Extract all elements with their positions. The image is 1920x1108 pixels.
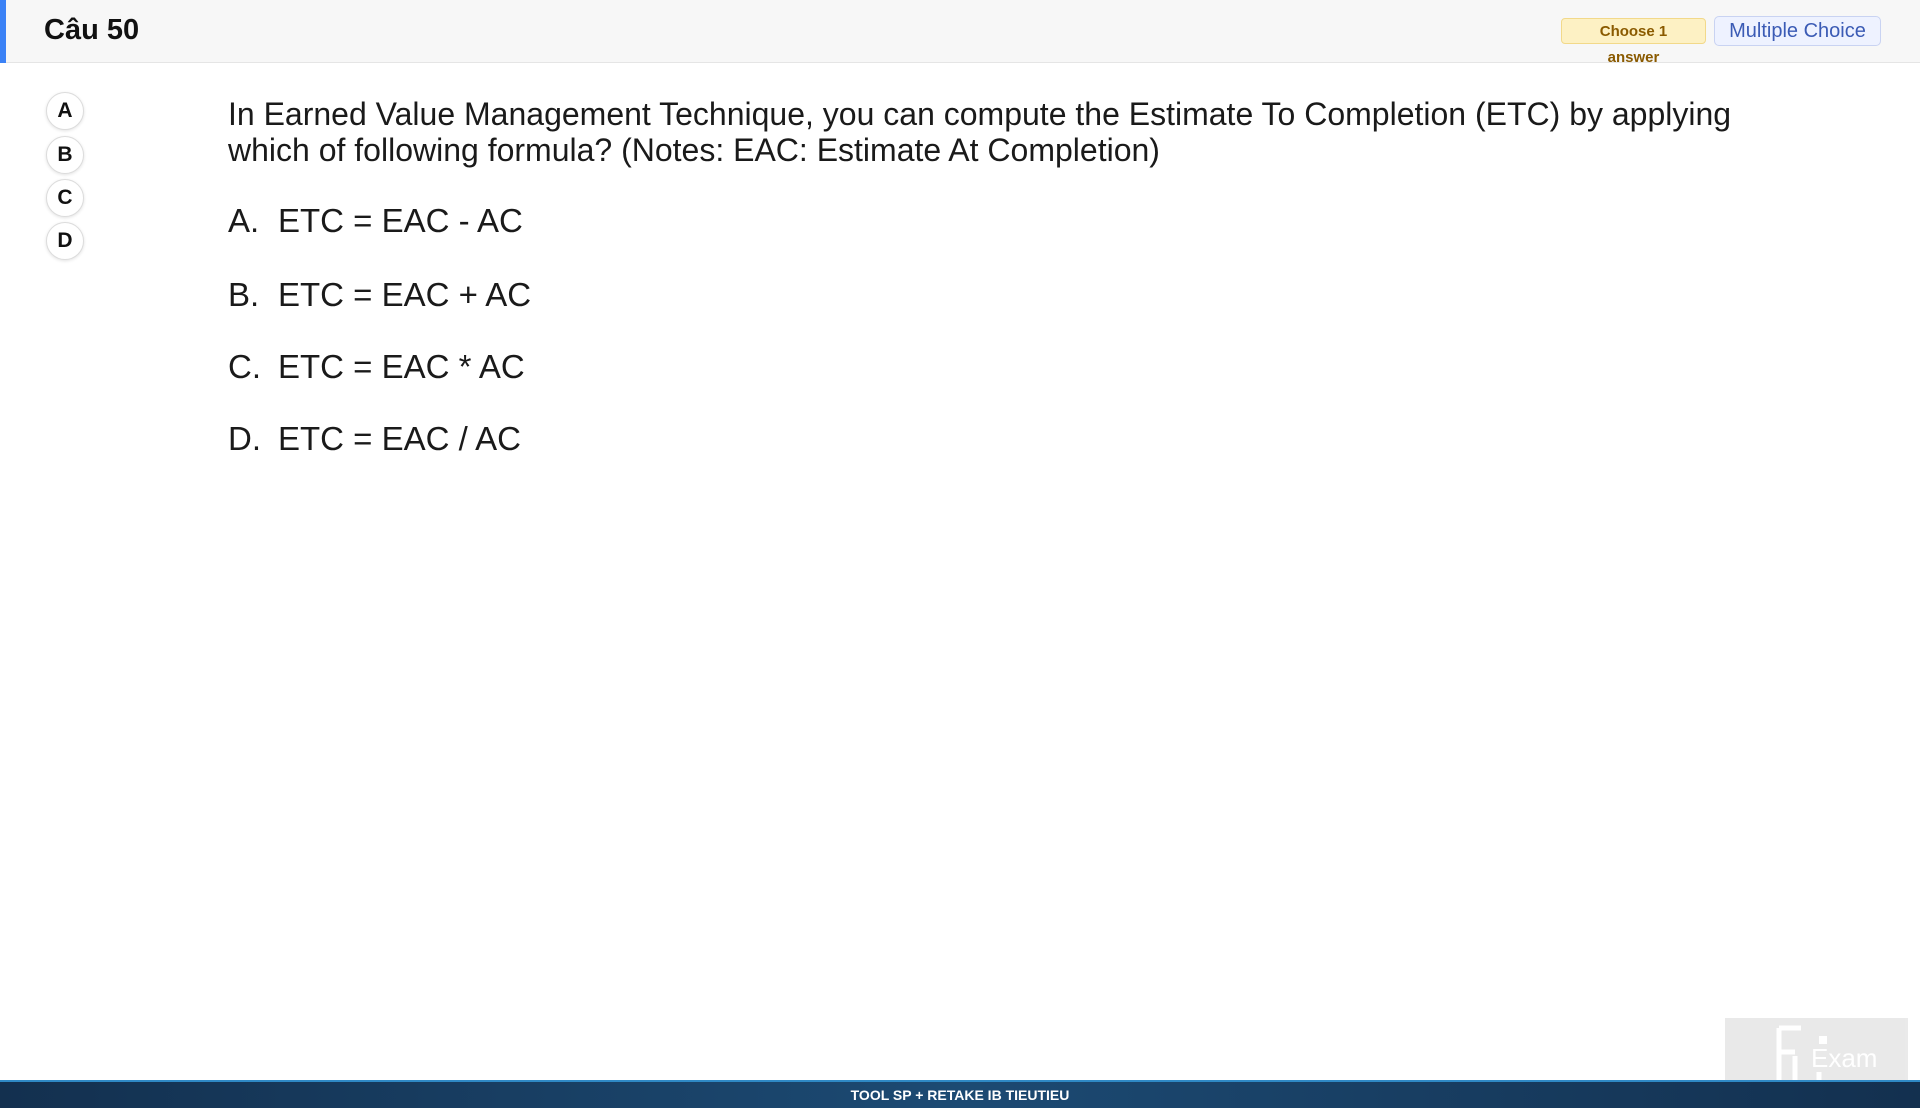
option-c: C. ETC = EAC * AC	[228, 348, 525, 386]
option-b-letter: B.	[228, 276, 260, 313]
option-b: B. ETC = EAC + AC	[228, 276, 531, 314]
choose-answer-badge: Choose 1 answer	[1561, 18, 1706, 66]
option-a-text: ETC = EAC - AC	[278, 202, 523, 239]
option-c-letter: C.	[228, 348, 261, 385]
option-a-letter: A.	[228, 202, 260, 239]
question-text: In Earned Value Management Technique, yo…	[228, 96, 1732, 168]
option-a: A. ETC = EAC - AC	[228, 202, 523, 240]
footer-banner: TOOL SP + RETAKE IB TIEUTIEU	[0, 1080, 1920, 1108]
header-accent-bar	[0, 0, 6, 63]
question-number-title: Câu 50	[44, 14, 140, 46]
watermark-exam-text: Exam	[1811, 1043, 1877, 1073]
answer-button-b[interactable]: B	[46, 136, 84, 174]
option-d-text: ETC = EAC / AC	[278, 420, 521, 457]
question-type-badge: Multiple Choice	[1714, 16, 1881, 46]
option-d-letter: D.	[228, 420, 261, 457]
option-c-text: ETC = EAC * AC	[278, 348, 525, 385]
answer-button-c[interactable]: C	[46, 179, 84, 217]
question-header: Câu 50 Choose 1 answer Multiple Choice	[0, 0, 1920, 66]
answer-button-d[interactable]: D	[46, 222, 84, 260]
answer-button-a[interactable]: A	[46, 92, 84, 130]
option-d: D. ETC = EAC / AC	[228, 420, 521, 458]
option-b-text: ETC = EAC + AC	[278, 276, 532, 313]
